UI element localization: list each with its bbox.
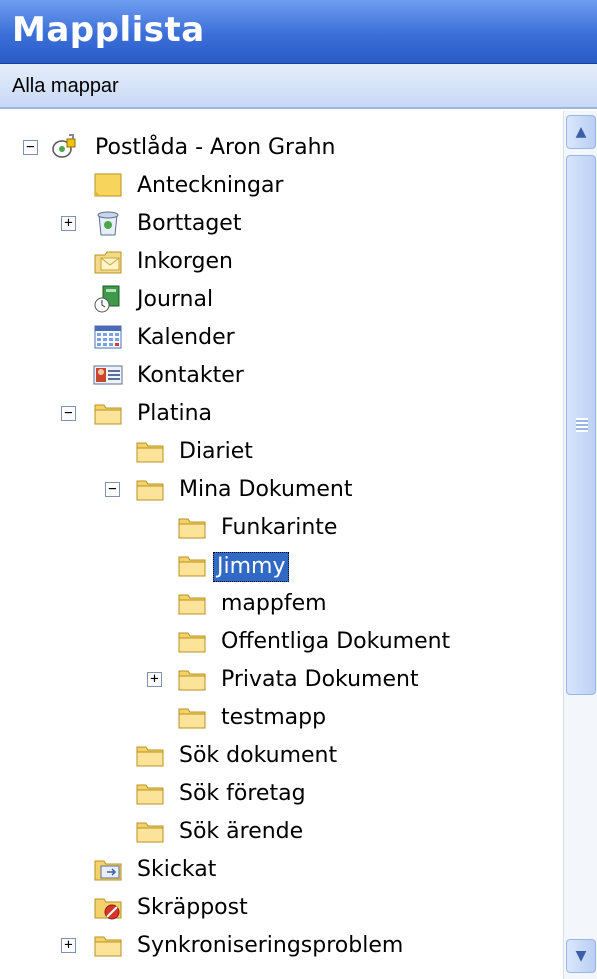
tree-item-sok-arende[interactable]: Sök ärende xyxy=(0,813,563,851)
notes-icon xyxy=(94,173,122,197)
scroll-up-button[interactable]: ▲ xyxy=(566,115,596,149)
tree-item-label: Funkarinte xyxy=(221,515,338,540)
pane-title: Mapplista xyxy=(12,10,205,50)
collapse-toggle[interactable]: − xyxy=(23,140,38,155)
tree-item-label: Privata Dokument xyxy=(221,667,419,692)
tree-item-contacts[interactable]: Kontakter xyxy=(0,357,563,395)
collapse-toggle[interactable]: − xyxy=(61,406,76,421)
expand-toggle[interactable]: + xyxy=(61,938,76,953)
journal-icon xyxy=(94,285,120,313)
tree-item-jimmy[interactable]: Jimmy xyxy=(0,547,563,585)
folder-icon xyxy=(178,632,206,653)
junk-mail-icon xyxy=(94,898,122,920)
tree-item-label: Synkroniseringsproblem xyxy=(137,933,404,958)
tree-item-privata[interactable]: + Privata Dokument xyxy=(0,661,563,699)
folder-icon xyxy=(94,936,122,957)
folder-list-pane: Mapplista Alla mappar − Postlåda - Aron … xyxy=(0,0,597,979)
vertical-scrollbar[interactable]: ▲ ▼ xyxy=(563,111,597,979)
tree-item-deleted[interactable]: + Borttaget xyxy=(0,205,563,243)
folder-icon xyxy=(178,556,206,577)
expand-toggle[interactable]: + xyxy=(147,672,162,687)
tree-item-label: Kalender xyxy=(137,325,235,350)
folder-icon xyxy=(136,442,164,463)
folder-icon xyxy=(136,784,164,805)
tree-item-sync-issues[interactable]: + Synkroniseringsproblem xyxy=(0,927,563,965)
tree-item-label: Postlåda - Aron Grahn xyxy=(95,135,336,160)
tree-item-notes[interactable]: Anteckningar xyxy=(0,167,563,205)
tree-item-sok-dokument[interactable]: Sök dokument xyxy=(0,737,563,775)
pane-header: Mapplista xyxy=(0,0,597,64)
folder-icon xyxy=(178,670,206,691)
all-folders-label: Alla mappar xyxy=(12,75,119,97)
tree-item-journal[interactable]: Journal xyxy=(0,281,563,319)
tree-item-funkarinte[interactable]: Funkarinte xyxy=(0,509,563,547)
scrollbar-thumb[interactable] xyxy=(566,155,596,695)
collapse-toggle[interactable]: − xyxy=(105,482,120,497)
tree-item-mina-dokument[interactable]: − Mina Dokument xyxy=(0,471,563,509)
folder-icon xyxy=(136,822,164,843)
folder-icon xyxy=(178,708,206,729)
tree-item-testmapp[interactable]: testmapp xyxy=(0,699,563,737)
tree-item-label: Journal xyxy=(137,287,214,312)
scrollbar-grip xyxy=(576,418,588,432)
tree-item-label: Sök dokument xyxy=(179,743,338,768)
tree-item-calendar[interactable]: Kalender xyxy=(0,319,563,357)
sent-items-icon xyxy=(94,860,122,881)
folder-tree: − Postlåda - Aron Grahn Anteckningar + B… xyxy=(0,111,563,979)
expand-toggle[interactable]: + xyxy=(61,216,76,231)
tree-item-inbox[interactable]: Inkorgen xyxy=(0,243,563,281)
folder-icon xyxy=(178,594,206,615)
tree-item-label: Offentliga Dokument xyxy=(221,629,451,654)
tree-item-label: Sök företag xyxy=(179,781,306,806)
scroll-down-button[interactable]: ▼ xyxy=(566,939,596,973)
tree-item-diariet[interactable]: Diariet xyxy=(0,433,563,471)
tree-item-label: Inkorgen xyxy=(137,249,233,274)
tree-item-label: Anteckningar xyxy=(137,173,284,198)
tree-item-label: Sök ärende xyxy=(179,819,304,844)
folder-icon xyxy=(136,480,164,501)
tree-item-label: Diariet xyxy=(179,439,253,464)
tree-item-sok-foretag[interactable]: Sök företag xyxy=(0,775,563,813)
folder-icon xyxy=(136,746,164,767)
tree-item-mailbox[interactable]: − Postlåda - Aron Grahn xyxy=(0,129,563,167)
tree-item-label-selected: Jimmy xyxy=(213,552,290,582)
tree-item-label: Mina Dokument xyxy=(179,477,353,502)
tree-item-mappfem[interactable]: mappfem xyxy=(0,585,563,623)
folder-icon xyxy=(178,518,206,539)
tree-item-label: Skräppost xyxy=(137,895,248,920)
tree-item-label: Platina xyxy=(137,401,213,426)
tree-item-label: Kontakter xyxy=(137,363,244,388)
tree-item-junk[interactable]: Skräppost xyxy=(0,889,563,927)
tree-item-label: Borttaget xyxy=(137,211,242,236)
mailbox-icon xyxy=(52,134,76,158)
contacts-icon xyxy=(93,365,123,385)
calendar-icon xyxy=(94,325,122,349)
all-folders-bar[interactable]: Alla mappar xyxy=(0,64,597,109)
tree-item-offentliga[interactable]: Offentliga Dokument xyxy=(0,623,563,661)
tree-item-platina[interactable]: − Platina xyxy=(0,395,563,433)
tree-item-sent[interactable]: Skickat xyxy=(0,851,563,889)
tree-item-label: mappfem xyxy=(221,591,327,616)
tree-item-label: Skickat xyxy=(137,857,217,882)
trash-icon xyxy=(97,211,119,236)
folder-icon xyxy=(94,404,122,425)
inbox-icon xyxy=(94,251,122,274)
tree-item-label: testmapp xyxy=(221,705,327,730)
